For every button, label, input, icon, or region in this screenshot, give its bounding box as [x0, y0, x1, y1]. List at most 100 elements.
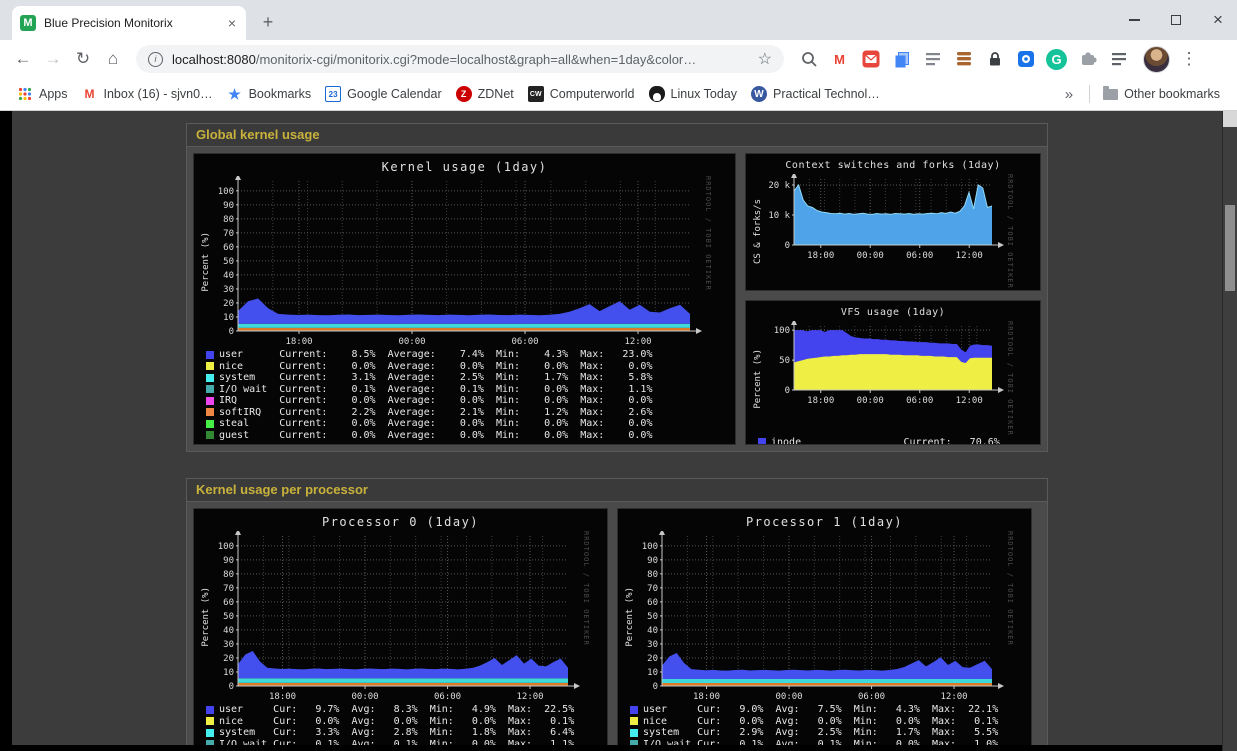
- extension-privacy-lock-icon[interactable]: [984, 49, 1005, 70]
- calendar-favicon-icon: 23: [325, 86, 341, 102]
- legend-text: system Current: 3.1% Average: 2.5% Min: …: [219, 372, 652, 384]
- svg-text:20: 20: [647, 654, 658, 664]
- bookmark-apps[interactable]: Apps: [10, 86, 75, 102]
- svg-text:40: 40: [223, 626, 234, 636]
- svg-text:06:00: 06:00: [511, 337, 538, 347]
- bookmarks-separator: [1089, 85, 1090, 103]
- graph-body: Percent (%)010203040506070809010018:0000…: [200, 176, 729, 348]
- monitorix-favicon-icon: M: [20, 15, 36, 31]
- back-button[interactable]: ←: [8, 44, 38, 74]
- address-bar[interactable]: i localhost:8080/monitorix-cgi/monitorix…: [136, 45, 784, 73]
- legend-swatch: [206, 385, 214, 393]
- home-button[interactable]: ⌂: [98, 44, 128, 74]
- site-info-icon[interactable]: i: [148, 52, 163, 67]
- graph-proc1[interactable]: Processor 1 (1day)Percent (%)01020304050…: [617, 508, 1032, 745]
- svg-text:80: 80: [223, 215, 234, 225]
- bookmark-label: Bookmarks: [249, 87, 312, 101]
- extension-grammarly-icon[interactable]: G: [1046, 49, 1067, 70]
- rrdtool-watermark: RRDTOOL / TOBI OETIKER: [1006, 321, 1016, 436]
- bookmark-label: ZDNet: [478, 87, 514, 101]
- new-tab-button[interactable]: +: [256, 13, 280, 31]
- graph-legend: inode Current: 70.6%dentry Current: 54.0…: [752, 436, 1034, 445]
- bookmark-item[interactable]: CWComputerworld: [521, 86, 642, 102]
- extension-icons: MG: [798, 49, 1129, 70]
- extension-playlist-icon[interactable]: [1108, 49, 1129, 70]
- graph-legend: Context switches Current: 10407Forks Cur…: [752, 289, 1034, 291]
- tab-strip: M Blue Precision Monitorix × + ×: [0, 0, 1237, 40]
- extension-doc-copy-icon[interactable]: [891, 49, 912, 70]
- profile-avatar[interactable]: [1143, 46, 1170, 73]
- browser-menu-icon[interactable]: ⋮: [1178, 49, 1200, 69]
- reload-button[interactable]: ↻: [68, 44, 98, 74]
- svg-text:90: 90: [223, 556, 234, 566]
- maximize-button[interactable]: [1169, 13, 1183, 27]
- graph-kernel[interactable]: Kernel usage (1day)Percent (%)0102030405…: [193, 153, 736, 445]
- legend-text: user Cur: 9.0% Avg: 7.5% Min: 4.3% Max: …: [643, 704, 998, 716]
- bookmark-item[interactable]: Linux Today: [642, 86, 745, 102]
- bookmark-item[interactable]: MInbox (16) - sjvn0…: [75, 86, 220, 102]
- bookmark-label: Practical Technol…: [773, 87, 880, 101]
- minimize-button[interactable]: [1127, 13, 1141, 27]
- scrollbar-top-button[interactable]: [1223, 111, 1237, 127]
- tab-blue-precision-monitorix[interactable]: M Blue Precision Monitorix ×: [12, 6, 246, 40]
- apps-grid-icon: [17, 86, 33, 102]
- vertical-scrollbar[interactable]: [1222, 111, 1237, 751]
- bookmark-star-icon[interactable]: ☆: [758, 49, 772, 69]
- graph-context[interactable]: Context switches and forks (1day)CS & fo…: [745, 153, 1041, 291]
- graph-title: VFS usage (1day): [752, 305, 1034, 321]
- forward-button[interactable]: →: [38, 44, 68, 74]
- extension-screencast-icon[interactable]: [1015, 49, 1036, 70]
- extension-stylish-icon[interactable]: [953, 49, 974, 70]
- graph-body: CS & forks/s010 k20 k18:0000:0006:0012:0…: [752, 174, 1034, 289]
- bookmarks-overflow-icon[interactable]: »: [1055, 86, 1083, 103]
- legend-text: I/O wait Cur: 0.1% Avg: 0.1% Min: 0.0% M…: [219, 739, 574, 746]
- bookmark-item[interactable]: ZZDNet: [449, 86, 521, 102]
- svg-text:0: 0: [229, 327, 234, 337]
- chart-proc0: 010203040506070809010018:0000:0006:0012:…: [212, 531, 582, 703]
- svg-text:12:00: 12:00: [956, 251, 983, 261]
- bookmark-item[interactable]: 23Google Calendar: [318, 86, 449, 102]
- svg-text:50: 50: [223, 257, 234, 267]
- rrdtool-watermark: RRDTOOL / TOBI OETIKER: [582, 531, 592, 703]
- legend-swatch: [206, 374, 214, 382]
- legend-swatch: [630, 706, 638, 714]
- other-bookmarks-label: Other bookmarks: [1124, 87, 1220, 101]
- svg-text:80: 80: [223, 570, 234, 580]
- rrdtool-watermark: RRDTOOL / TOBI OETIKER: [1006, 531, 1016, 703]
- svg-text:60: 60: [647, 598, 658, 608]
- legend-text: softIRQ Current: 2.2% Average: 2.1% Min:…: [219, 407, 652, 419]
- graph-vfs[interactable]: VFS usage (1day)Percent (%)05010018:0000…: [745, 300, 1041, 445]
- svg-text:12:00: 12:00: [624, 337, 651, 347]
- svg-text:100: 100: [774, 326, 790, 336]
- y-axis-label: Percent (%): [200, 531, 212, 703]
- wordpress-favicon-icon: W: [751, 86, 767, 102]
- legend-text: I/O wait Current: 0.1% Average: 0.1% Min…: [219, 384, 652, 396]
- section-global-kernel-usage: Global kernel usage Kernel usage (1day)P…: [186, 123, 1048, 452]
- cw-favicon-icon: CW: [528, 86, 544, 102]
- bookmark-other-folder[interactable]: Other bookmarks: [1096, 87, 1227, 101]
- tab-close-icon[interactable]: ×: [226, 15, 238, 31]
- svg-text:06:00: 06:00: [906, 396, 933, 406]
- legend-swatch: [630, 717, 638, 725]
- close-button[interactable]: ×: [1211, 13, 1225, 27]
- extension-search-icon[interactable]: [798, 49, 819, 70]
- extension-puzzle-icon[interactable]: [1077, 49, 1098, 70]
- bookmark-item[interactable]: ★Bookmarks: [220, 86, 319, 102]
- scrollbar-thumb[interactable]: [1225, 205, 1235, 291]
- legend-text: user Cur: 9.7% Avg: 8.3% Min: 4.9% Max: …: [219, 704, 574, 716]
- url-text[interactable]: localhost:8080/monitorix-cgi/monitorix.c…: [172, 52, 752, 67]
- extension-gmail-icon[interactable]: M: [829, 49, 850, 70]
- extension-mail-checker-icon[interactable]: [860, 49, 881, 70]
- chart-context: 010 k20 k18:0000:0006:0012:00: [764, 174, 1006, 262]
- graph-proc0[interactable]: Processor 0 (1day)Percent (%)01020304050…: [193, 508, 608, 745]
- svg-text:10: 10: [223, 313, 234, 323]
- svg-text:06:00: 06:00: [858, 692, 885, 702]
- svg-text:100: 100: [642, 542, 658, 552]
- svg-text:0: 0: [229, 682, 234, 692]
- extension-notes-icon[interactable]: [922, 49, 943, 70]
- legend-row: Context switches Current: 10407: [758, 290, 1034, 291]
- page-content: Global kernel usage Kernel usage (1day)P…: [12, 111, 1222, 745]
- bookmark-item[interactable]: W Practical Technol…: [744, 86, 887, 102]
- graph-body: Percent (%)010203040506070809010018:0000…: [200, 531, 601, 703]
- legend-row: system Cur: 3.3% Avg: 2.8% Min: 1.8% Max…: [206, 727, 601, 739]
